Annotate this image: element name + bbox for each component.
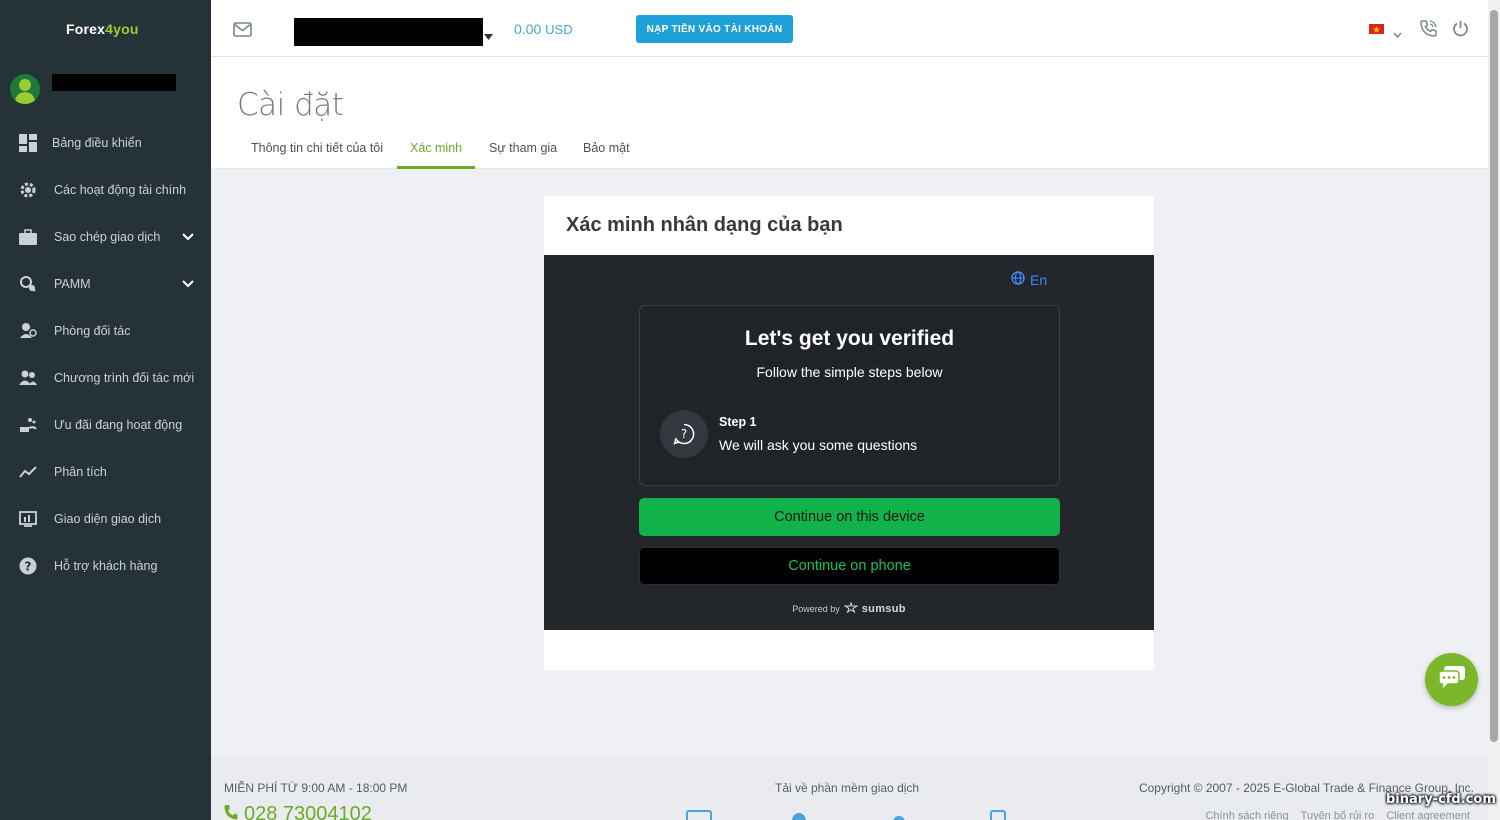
sidebar-item-label: Phân tích [54,465,107,479]
sidebar-item-copy-trading[interactable]: Sao chép giao dịch [0,217,211,257]
mobile-download-icon[interactable] [990,810,1006,820]
footer-link-agreement[interactable]: Client agreement [1386,810,1470,820]
sidebar-item-label: Giao diện giao dịch [54,512,162,526]
step-text: We will ask you some questions [719,437,918,453]
language-chevron-down-icon[interactable] [1393,26,1402,44]
users-icon [18,368,38,388]
sidebar-item-new-partner-program[interactable]: Chương trình đối tác mới [0,358,211,398]
briefcase-icon [18,227,38,247]
download-software-label: Tải về phần mềm giao dịch [775,781,920,795]
sidebar-item-pamm[interactable]: PAMM [0,264,211,304]
sidebar-item-trading-terminal[interactable]: Giao diện giao dịch [0,499,211,539]
footer: MIỄN PHÍ TỪ 9:00 AM - 18:00 PM 028 73004… [211,757,1488,820]
avatar [10,74,40,104]
sidebar-item-label: Hỗ trợ khách hàng [54,559,158,573]
sidebar-item-active-offers[interactable]: Ưu đãi đang hoạt động [0,405,211,445]
sidebar-item-financial-operations[interactable]: Các hoạt động tài chính [0,170,211,210]
verify-subheading: Follow the simple steps below [756,364,943,380]
footer-links: Chính sách riêng Tuyên bố rủi ro Client … [1205,810,1470,820]
power-logout-icon[interactable] [1452,20,1469,42]
settings-header: Cài đặt Thông tin chi tiết của tôi Xác m… [211,57,1488,169]
sidebar-item-label: Ưu đãi đang hoạt động [54,418,183,432]
globe-icon [1011,271,1025,288]
topbar: 0.00 USD NẠP TIỀN VÀO TÀI KHOẢN [211,0,1488,57]
desktop-download-icon[interactable] [686,810,712,820]
sidebar-item-label: Các hoạt động tài chính [54,183,187,197]
verification-card: Xác minh nhân dạng của bạn En Let's get … [544,196,1154,670]
scrollbar-thumb[interactable] [1490,10,1498,742]
sidebar-item-label: Sao chép giao dịch [54,230,161,244]
chat-bubble-icon [1437,665,1466,694]
partner-icon [18,321,38,341]
sidebar-item-label: PAMM [54,277,91,291]
redacted-username [52,74,176,91]
android-download-icon[interactable] [892,812,906,820]
tab-verification[interactable]: Xác minh [410,141,462,155]
language-label: En [1030,271,1048,288]
sidebar-item-dashboard[interactable]: Bảng điều khiển [0,123,211,163]
powered-by-label: Powered by [792,603,840,614]
gift-icon [18,415,38,435]
svg-text:?: ? [25,560,32,574]
footer-link-risk[interactable]: Tuyên bố rủi ro [1301,810,1375,820]
mail-icon[interactable] [233,22,252,42]
tab-my-details[interactable]: Thông tin chi tiết của tôi [251,141,383,155]
chevron-down-icon[interactable] [181,230,195,244]
verify-heading: Let's get you verified [744,327,955,350]
apple-download-icon[interactable] [791,810,807,820]
continue-on-phone-button[interactable]: Continue on phone [639,547,1060,585]
sidebar-item-customer-support[interactable]: ? Hỗ trợ khách hàng [0,546,211,586]
pamm-icon [18,274,38,294]
verification-steps-box: Let's get you verified Follow the simple… [639,305,1060,486]
watermark: binary-cfd.com [1386,792,1496,807]
tab-participation[interactable]: Sự tham gia [489,141,557,155]
chevron-down-icon[interactable] [181,277,195,291]
phone-icon [224,803,238,820]
svg-text:?: ? [681,427,687,441]
card-title: Xác minh nhân dạng của bạn [566,214,843,236]
tab-security[interactable]: Bảo mật [583,141,630,155]
terminal-icon [18,509,38,529]
language-switcher[interactable]: En [1011,271,1047,288]
live-chat-button[interactable] [1425,653,1478,706]
support-hours: MIỄN PHÍ TỪ 9:00 AM - 18:00 PM [224,781,408,795]
sidebar-item-label: Bảng điều khiển [52,136,142,150]
sidebar-item-label: Chương trình đối tác mới [54,371,195,385]
sidebar: Forex4you Bảng điều khiển Các hoạt động … [0,0,211,820]
active-tab-indicator [397,166,475,169]
page-title: Cài đặt [237,87,344,123]
deposit-button[interactable]: NẠP TIỀN VÀO TÀI KHOẢN [636,15,793,43]
sidebar-item-partner-room[interactable]: Phòng đối tác [0,311,211,351]
caret-down-icon[interactable] [484,27,493,45]
forex4you-logo[interactable]: Forex4you [66,21,139,37]
user-profile[interactable] [10,72,200,108]
vietnam-flag-icon[interactable] [1369,24,1384,34]
sumsub-widget: En Let's get you verified Follow the sim… [544,255,1154,630]
redacted-account-selector[interactable] [294,18,483,46]
sumsub-brand: sumsub [861,602,906,615]
continue-on-device-button[interactable]: Continue on this device [639,498,1060,536]
page-scrollbar[interactable] [1488,0,1500,820]
dashboard-icon [18,133,38,153]
footer-link-privacy[interactable]: Chính sách riêng [1205,810,1288,820]
powered-by-sumsub: Powered by sumsub [544,601,1154,615]
step-label: Step 1 [719,415,757,429]
sidebar-item-analytics[interactable]: Phân tích [0,452,211,492]
help-icon: ? [18,556,38,576]
gear-icon [18,180,38,200]
support-phone[interactable]: 028 73004102 [224,803,372,820]
chart-line-icon [18,462,38,482]
sumsub-logo-icon [843,601,859,615]
account-balance: 0.00 USD [514,21,573,37]
question-circle-icon: ? [660,410,708,458]
sidebar-item-label: Phòng đối tác [54,324,131,338]
phone-call-icon[interactable] [1420,20,1437,42]
